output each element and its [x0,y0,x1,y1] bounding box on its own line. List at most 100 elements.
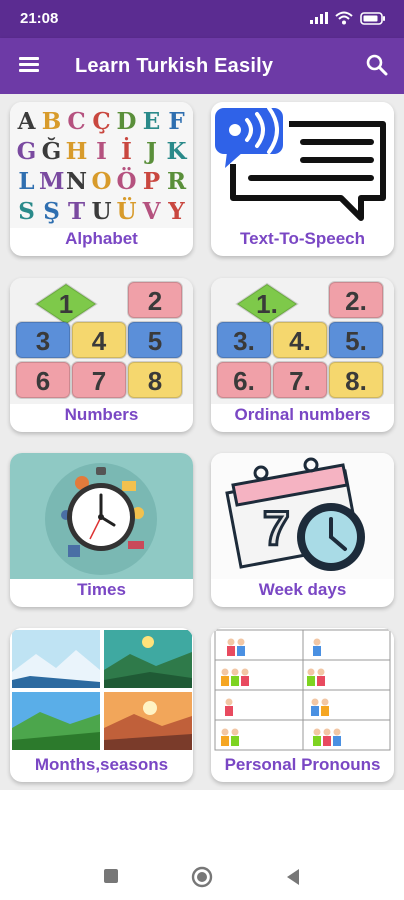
person-head [323,728,331,736]
alphabet-letter: V [142,198,161,225]
card-times[interactable]: Times [10,453,193,607]
alphabet-letter: E [142,108,161,135]
category-grid: ABCÇDEFGĞHIİJKLMNOÖPRSŞTUÜVYZ Alphabet T… [0,94,404,790]
number-tile: 6 [15,361,71,399]
ordinal-label: 5. [345,326,367,356]
svg-text:7: 7 [263,503,290,556]
alphabet-letter: Y [168,198,185,225]
clock-icon [45,463,157,575]
square-icon[interactable] [104,869,118,883]
speech-bubble-icon [215,106,386,221]
card-label: Text-To-Speech [240,229,365,248]
seasons-image [10,628,193,754]
ordinal-tile: 2. [328,281,384,319]
card-text-to-speech[interactable]: Text-To-Speech [211,102,394,256]
alphabet-letter: N [65,168,88,195]
ordinal-tile: 4. [272,321,328,359]
calendar-icon: 7 [225,457,365,571]
ordinal-tile: 7. [272,361,328,399]
number-tile: 7 [71,361,127,399]
alphabet-letter: Ö [116,168,137,195]
person-head [333,728,341,736]
alphabet-letter: B [41,108,62,135]
person-head [321,698,329,706]
app-title: Learn Turkish Easily [75,55,274,77]
numbers-image: 1 2 3 4 5 6 7 8 [10,278,193,404]
card-label: Week days [258,580,347,599]
person-body [225,706,233,716]
number-tile: 3 [15,321,71,359]
number-tile: 8 [127,361,183,399]
ordinal-label: 8. [345,366,367,396]
person-head [317,668,325,676]
ordinal-tile: 5. [328,321,384,359]
person-head [307,668,315,676]
person-head [231,728,239,736]
card-week-days[interactable]: 7 Week days [211,453,394,607]
number-label: 2 [148,286,162,316]
seasons-icon [12,630,192,750]
number-label: 8 [148,366,162,396]
person-body [321,706,329,716]
ordinal-label: 4. [289,326,311,356]
person-body [231,736,239,746]
alphabet-letter: Ç [92,108,111,135]
person-body [317,676,325,686]
number-tile: 4 [71,321,127,359]
clock-image [10,453,193,579]
person-head [227,638,235,646]
card-label: Months,seasons [34,755,169,774]
alphabet-letter: Ğ [41,138,62,165]
number-tiles: 1 2 3 4 5 6 7 8 [15,281,183,399]
person-body [311,706,319,716]
alphabet-letter: M [39,168,65,195]
alphabet-letter: O [91,168,112,195]
number-label: 7 [92,366,106,396]
person-head [241,668,249,676]
pronouns-icon [214,629,391,751]
status-bar: 21:08 [0,0,404,38]
alphabet-letter: D [116,108,137,135]
calendar-image: 7 [211,453,394,579]
alphabet-letter: P [142,168,161,195]
speech-bubble-image [211,102,394,228]
person-head [311,698,319,706]
person-body [323,736,331,746]
alphabet-letter: I [96,138,107,165]
card-personal-pronouns[interactable]: Personal Pronouns [211,628,394,782]
card-months-seasons[interactable]: Months,seasons [10,628,193,782]
alphabet-letter: G [16,138,37,165]
alphabet-letter: F [168,108,185,135]
number-tile: 2 [127,281,183,319]
number-tile: 5 [127,321,183,359]
person-body [227,646,235,656]
triangle-back-icon[interactable] [285,868,301,886]
circle-icon[interactable] [191,866,213,888]
signal-icon [310,12,328,24]
card-ordinal-numbers[interactable]: 1. 2. 3. 4. 5. 6. 7. 8. Ordinal numbers [211,278,394,432]
alphabet-letter: T [67,198,86,225]
card-label: Ordinal numbers [234,405,371,424]
number-label: 6 [36,366,50,396]
card-label: Times [77,580,126,599]
person-body [231,676,239,686]
card-numbers[interactable]: 1 2 3 4 5 6 7 8 Numbers [10,278,193,432]
card-label: Personal Pronouns [224,755,381,774]
ordinal-tile: 3. [216,321,272,359]
status-icons [310,11,386,25]
alphabet-letter: K [166,138,187,165]
person-head [221,728,229,736]
hamburger-icon[interactable] [19,54,41,78]
ordinal-tiles: 1. 2. 3. 4. 5. 6. 7. 8. [216,281,384,399]
alphabet-letter: Ş [43,198,60,225]
search-icon[interactable] [364,52,390,78]
ordinal-label: 1. [256,289,278,319]
system-nav-bar [0,850,404,900]
ordinal-numbers-image: 1. 2. 3. 4. 5. 6. 7. 8. [211,278,394,404]
card-alphabet[interactable]: ABCÇDEFGĞHIİJKLMNOÖPRSŞTUÜVYZ Alphabet [10,102,193,256]
alphabet-letter: R [166,168,187,195]
wifi-icon [335,11,353,25]
number-label: 3 [36,326,50,356]
alphabet-letter: U [91,198,112,225]
person-body [221,736,229,746]
